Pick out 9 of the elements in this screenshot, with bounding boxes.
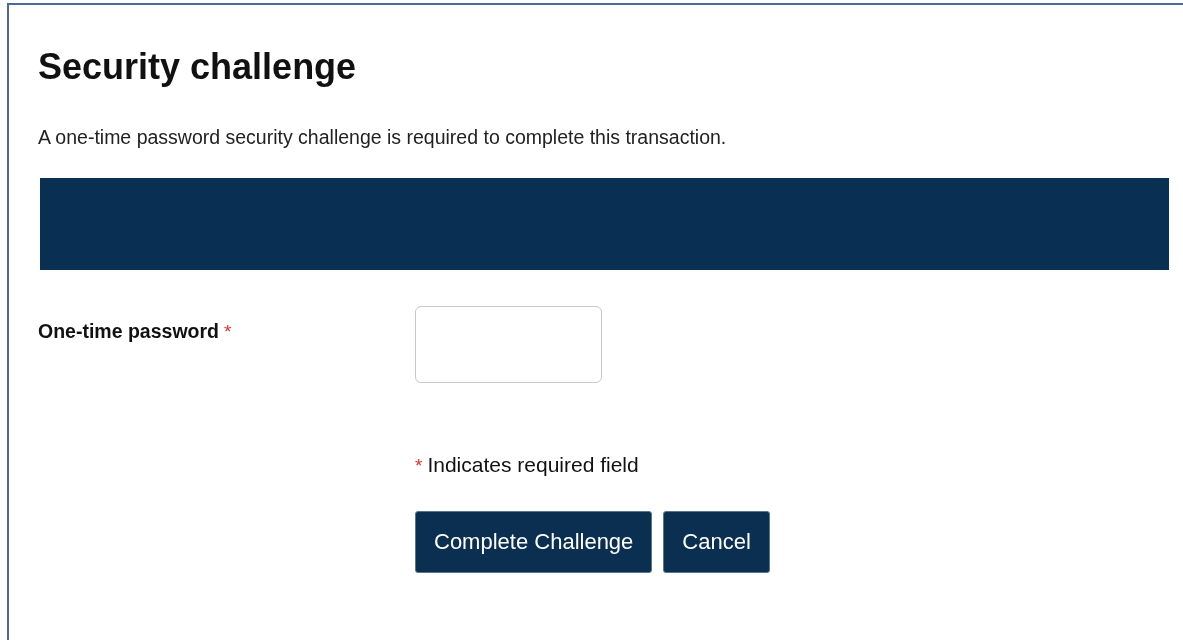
complete-challenge-button[interactable]: Complete Challenge <box>415 511 653 573</box>
legend-text: Indicates required field <box>427 453 639 477</box>
required-mark: * <box>415 455 423 477</box>
field-label: One-time password <box>38 320 219 342</box>
password-field[interactable] <box>415 306 602 383</box>
cancel-button[interactable]: Cancel <box>663 511 770 573</box>
required-mark: * <box>223 321 232 342</box>
page-title: Security challenge <box>38 45 357 89</box>
description-text: A one-time password security challenge is required to complete this transaction. <box>38 125 727 150</box>
